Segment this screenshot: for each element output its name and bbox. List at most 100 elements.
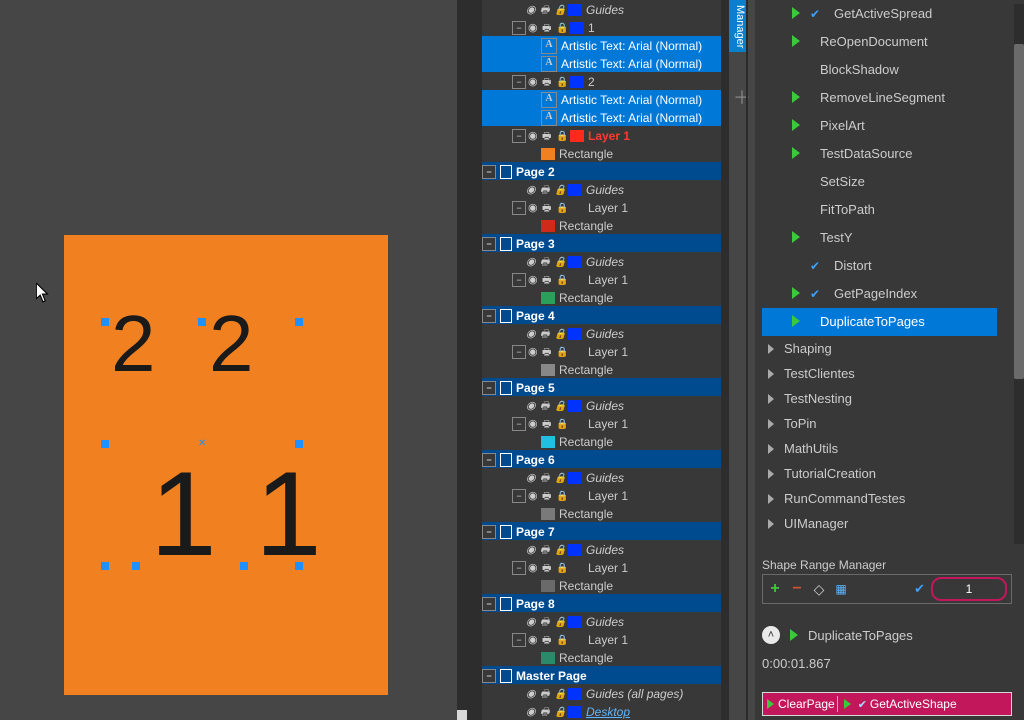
chevron-right-icon[interactable]	[768, 444, 774, 454]
visibility-icon[interactable]: ◉	[528, 19, 542, 36]
color-swatch[interactable]	[570, 634, 584, 646]
visibility-icon[interactable]: ◉	[528, 343, 542, 360]
layer-row[interactable]: −◉🖶🔒Layer 1	[482, 198, 729, 216]
page-header[interactable]: −Page 6	[482, 450, 729, 468]
expander-icon[interactable]: −	[512, 561, 526, 575]
color-swatch[interactable]	[541, 292, 555, 304]
command-folder[interactable]: Shaping	[762, 336, 997, 361]
expander-icon[interactable]: −	[512, 345, 526, 359]
play-icon[interactable]	[792, 119, 800, 131]
color-swatch[interactable]	[568, 328, 582, 340]
visibility-icon[interactable]: ◉	[526, 325, 540, 342]
command-item[interactable]: TestY	[762, 224, 997, 252]
text-object-row[interactable]: AArtistic Text: Arial (Normal)	[482, 36, 729, 54]
page-header[interactable]: −Page 2	[482, 162, 729, 180]
print-icon[interactable]: 🖶	[542, 272, 556, 288]
color-swatch[interactable]	[570, 76, 584, 88]
color-swatch[interactable]	[570, 274, 584, 286]
recent-cmd-b[interactable]: GetActiveShape	[870, 697, 957, 711]
command-item[interactable]: SetSize	[762, 168, 997, 196]
visibility-icon[interactable]: ◉	[526, 613, 540, 630]
srm-add-button[interactable]: +	[767, 581, 783, 597]
layers-tree[interactable]: ◉🖶🔒Guides−◉🖶🔒1AArtistic Text: Arial (Nor…	[482, 0, 729, 720]
color-swatch[interactable]	[568, 616, 582, 628]
lock-icon[interactable]: 🔒	[556, 632, 570, 648]
layer-row[interactable]: −◉🖶🔒Layer 1	[482, 630, 729, 648]
expander-icon[interactable]: −	[482, 165, 496, 179]
print-icon[interactable]: 🖶	[542, 74, 556, 90]
expander-icon[interactable]: −	[512, 273, 526, 287]
visibility-icon[interactable]: ◉	[528, 415, 542, 432]
lock-icon[interactable]: 🔒	[554, 2, 568, 18]
lock-icon[interactable]: 🔒	[556, 200, 570, 216]
visibility-icon[interactable]: ◉	[526, 685, 540, 702]
layers-panel[interactable]: ◉🖶🔒Guides−◉🖶🔒1AArtistic Text: Arial (Nor…	[457, 0, 729, 720]
expander-icon[interactable]: −	[482, 669, 496, 683]
guides-layer[interactable]: ◉🖶🔒Guides	[482, 0, 729, 18]
command-item[interactable]: ✔GetPageIndex	[762, 280, 997, 308]
lock-icon[interactable]: 🔒	[554, 470, 568, 486]
color-swatch[interactable]	[568, 544, 582, 556]
color-swatch[interactable]	[568, 184, 582, 196]
command-item[interactable]: TestDataSource	[762, 140, 997, 168]
visibility-icon[interactable]: ◉	[526, 1, 540, 18]
lock-icon[interactable]: 🔒	[554, 686, 568, 702]
print-icon[interactable]: 🖶	[540, 182, 554, 198]
play-icon[interactable]	[792, 7, 800, 19]
command-item[interactable]: ✔Distort	[762, 252, 997, 280]
chevron-right-icon[interactable]	[768, 469, 774, 479]
command-item[interactable]: FitToPath	[762, 196, 997, 224]
command-folder[interactable]: TutorialCreation	[762, 461, 997, 486]
page-header[interactable]: −Page 4	[482, 306, 729, 324]
color-swatch[interactable]	[541, 364, 555, 376]
play-icon[interactable]	[792, 147, 800, 159]
command-folder[interactable]: UIManager	[762, 511, 997, 536]
rectangle-object-row[interactable]: Rectangle	[482, 504, 729, 522]
play-icon[interactable]	[792, 91, 800, 103]
artistic-text-1a[interactable]: 1	[150, 445, 217, 583]
expander-icon[interactable]: −	[512, 75, 526, 89]
selection-handle[interactable]	[132, 562, 140, 570]
color-swatch[interactable]	[568, 706, 582, 718]
expander-icon[interactable]: −	[512, 633, 526, 647]
selection-handle[interactable]	[295, 562, 303, 570]
guides-layer[interactable]: ◉🖶🔒Guides	[482, 180, 729, 198]
layers-scrollbar[interactable]	[721, 0, 729, 720]
print-icon[interactable]: 🖶	[540, 398, 554, 414]
guides-layer[interactable]: ◉🖶🔒Guides (all pages)	[482, 684, 729, 702]
recent-cmd-a[interactable]: ClearPage	[778, 697, 835, 711]
visibility-icon[interactable]: ◉	[528, 127, 542, 144]
layer-row[interactable]: −◉🖶🔒Layer 1	[482, 414, 729, 432]
text-object-row[interactable]: AArtistic Text: Arial (Normal)	[482, 54, 729, 72]
command-folder[interactable]: TestClientes	[762, 361, 997, 386]
print-icon[interactable]: 🖶	[540, 326, 554, 342]
guides-layer[interactable]: ◉🖶🔒Guides	[482, 540, 729, 558]
visibility-icon[interactable]: ◉	[526, 469, 540, 486]
expander-icon[interactable]: −	[512, 417, 526, 431]
guides-layer[interactable]: ◉🖶🔒Guides	[482, 324, 729, 342]
lock-icon[interactable]: 🔒	[556, 560, 570, 576]
expander-icon[interactable]: −	[512, 129, 526, 143]
expander-icon[interactable]: −	[482, 453, 496, 467]
lock-icon[interactable]: 🔒	[554, 398, 568, 414]
print-icon[interactable]: 🖶	[542, 128, 556, 144]
print-icon[interactable]: 🖶	[542, 632, 556, 648]
color-swatch[interactable]	[541, 652, 555, 664]
selection-handle[interactable]	[295, 318, 303, 326]
visibility-icon[interactable]: ◉	[526, 541, 540, 558]
visibility-icon[interactable]: ◉	[526, 253, 540, 270]
lock-icon[interactable]: 🔒	[554, 704, 568, 720]
color-swatch[interactable]	[570, 202, 584, 214]
visibility-icon[interactable]: ◉	[526, 703, 540, 720]
print-icon[interactable]: 🖶	[540, 470, 554, 486]
command-folder[interactable]: MathUtils	[762, 436, 997, 461]
artistic-text-2b[interactable]: 2	[209, 298, 254, 390]
manager-tab[interactable]: Manager	[729, 0, 746, 52]
layer-row[interactable]: −◉🖶🔒Layer 1	[482, 558, 729, 576]
expander-icon[interactable]: −	[512, 21, 526, 35]
rectangle-object-row[interactable]: Rectangle	[482, 576, 729, 594]
expander-icon[interactable]: −	[512, 201, 526, 215]
text-object-row[interactable]: AArtistic Text: Arial (Normal)	[482, 108, 729, 126]
rectangle-object-row[interactable]: Rectangle	[482, 144, 729, 162]
selection-handle[interactable]	[101, 318, 109, 326]
